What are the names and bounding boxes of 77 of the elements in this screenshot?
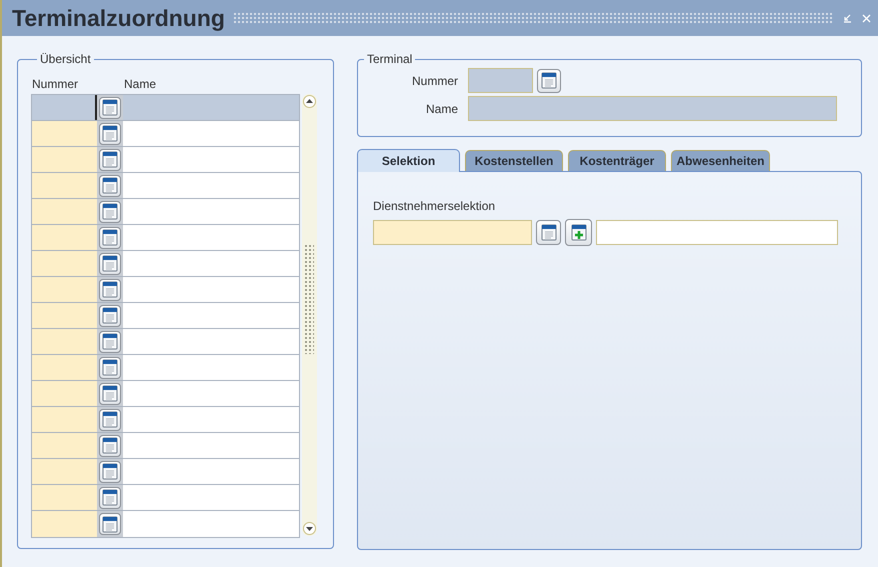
lookup-button[interactable] xyxy=(99,252,121,274)
list-icon xyxy=(102,463,118,480)
scrollbar[interactable] xyxy=(302,94,317,536)
table-row[interactable] xyxy=(32,121,299,147)
table-row[interactable] xyxy=(32,355,299,381)
table-row[interactable] xyxy=(32,277,299,303)
column-header: Nummer xyxy=(31,77,80,91)
lookup-button[interactable] xyxy=(99,356,121,378)
field-label: Name xyxy=(424,102,458,116)
list-icon xyxy=(102,177,118,194)
list-icon xyxy=(102,229,118,246)
input-field[interactable] xyxy=(596,220,838,245)
table-row[interactable] xyxy=(32,147,299,173)
table-row[interactable] xyxy=(32,225,299,251)
table-row[interactable] xyxy=(32,485,299,511)
scroll-grip[interactable] xyxy=(304,244,314,354)
lookup-button[interactable] xyxy=(99,513,121,535)
list-icon xyxy=(102,437,118,454)
lookup-button[interactable] xyxy=(99,96,121,118)
lookup-button[interactable] xyxy=(99,174,121,196)
table-row[interactable] xyxy=(32,303,299,329)
list-icon xyxy=(102,516,118,532)
lookup-button[interactable] xyxy=(99,148,121,170)
tab[interactable]: Kostenträger xyxy=(568,150,666,171)
tab[interactable]: Abwesenheiten xyxy=(671,150,770,171)
lookup-button[interactable] xyxy=(99,122,121,144)
list-icon xyxy=(102,489,118,506)
input-field[interactable] xyxy=(468,68,533,93)
minimize-icon[interactable] xyxy=(842,12,853,24)
table-row[interactable] xyxy=(32,381,299,407)
terminal-legend: Terminal xyxy=(364,52,416,66)
lookup-button[interactable] xyxy=(536,220,561,245)
lookup-button[interactable] xyxy=(99,460,121,482)
list-icon xyxy=(102,203,118,220)
close-icon[interactable] xyxy=(861,12,872,24)
calendar-plus-icon xyxy=(570,224,586,241)
list-icon xyxy=(540,224,556,241)
add-button[interactable] xyxy=(565,219,592,246)
tab[interactable]: Kostenstellen xyxy=(465,150,563,171)
lookup-button[interactable] xyxy=(99,330,121,352)
table-row[interactable] xyxy=(32,459,299,485)
lookup-button[interactable] xyxy=(537,68,561,92)
lookup-button[interactable] xyxy=(99,226,121,248)
input-field[interactable] xyxy=(468,96,837,121)
lookup-button[interactable] xyxy=(99,382,121,404)
input-field[interactable] xyxy=(373,220,532,245)
table-row[interactable] xyxy=(32,329,299,355)
scroll-up-icon[interactable] xyxy=(303,95,316,108)
table-row[interactable] xyxy=(32,251,299,277)
lookup-button[interactable] xyxy=(99,278,121,300)
list-icon xyxy=(102,385,118,402)
list-icon xyxy=(102,359,118,376)
lookup-button[interactable] xyxy=(99,304,121,326)
lookup-button[interactable] xyxy=(99,434,121,456)
list-icon xyxy=(102,307,118,324)
field-label: Nummer xyxy=(410,74,458,88)
column-header: Name xyxy=(123,77,158,91)
list-icon xyxy=(102,333,118,350)
table-row[interactable] xyxy=(32,173,299,199)
scroll-down-icon[interactable] xyxy=(303,522,316,535)
table-row[interactable] xyxy=(32,433,299,459)
lookup-button[interactable] xyxy=(99,408,121,430)
list-icon xyxy=(102,151,118,168)
table-row[interactable] xyxy=(32,199,299,225)
list-icon xyxy=(541,72,557,89)
lookup-button[interactable] xyxy=(99,200,121,222)
field-label: Dienstnehmerselektion xyxy=(373,199,496,213)
table-row[interactable] xyxy=(32,407,299,433)
list-icon xyxy=(102,99,118,116)
tab[interactable]: Selektion xyxy=(357,149,460,172)
list-icon xyxy=(102,125,118,142)
window-title: Terminalzuordnung xyxy=(12,4,225,32)
overview-legend: Übersicht xyxy=(37,52,94,66)
list-icon xyxy=(102,281,118,298)
list-icon xyxy=(102,411,118,428)
list-icon xyxy=(102,255,118,272)
lookup-button[interactable] xyxy=(99,486,121,508)
